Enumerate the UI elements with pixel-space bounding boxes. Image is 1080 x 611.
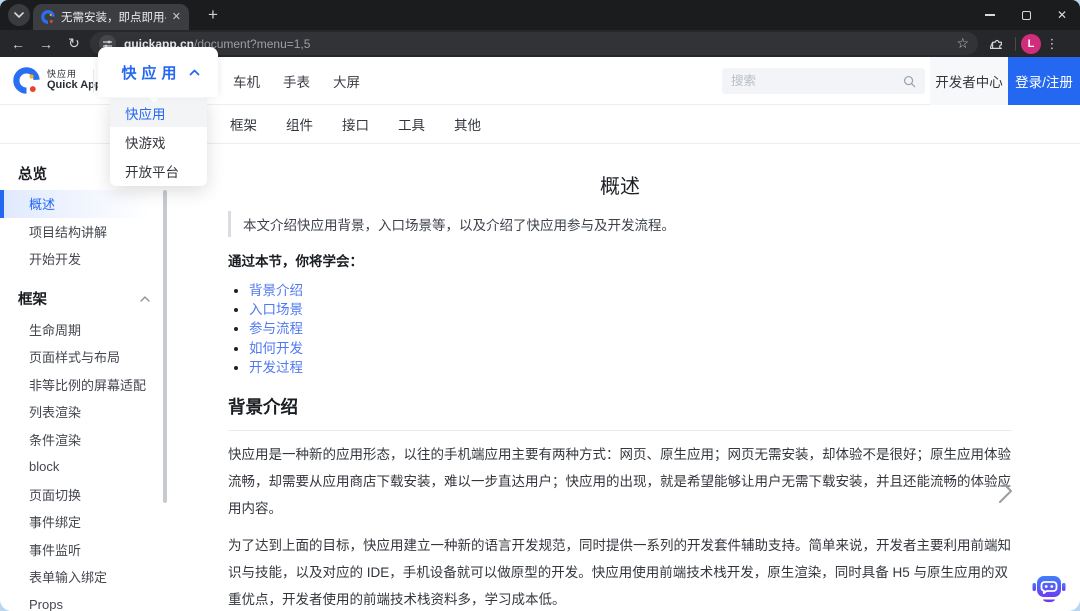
- toolbar-divider: [1015, 36, 1016, 51]
- maximize-icon: [1021, 10, 1031, 20]
- new-tab-button[interactable]: +: [200, 0, 226, 30]
- product-dropdown-trigger[interactable]: 快应用: [98, 47, 218, 97]
- chevron-up-icon: [140, 295, 150, 302]
- dropdown-item-quickapp[interactable]: 快应用: [110, 98, 207, 127]
- sidebar-item-project-structure[interactable]: 项目结构讲解: [0, 218, 170, 246]
- list-item: 入口场景: [249, 300, 1012, 319]
- subnav-others[interactable]: 其他: [454, 114, 481, 134]
- site-logo[interactable]: 快应用 Quick App: [13, 67, 102, 94]
- search-input[interactable]: [731, 74, 903, 88]
- browser-menu-button[interactable]: ⋮: [1041, 30, 1063, 57]
- list-item: 开发过程: [249, 358, 1012, 377]
- sidebar-item-list-render[interactable]: 列表渲染: [0, 398, 170, 426]
- subnav-framework[interactable]: 框架: [230, 114, 257, 134]
- sidebar-item-props[interactable]: Props: [0, 591, 170, 611]
- puzzle-icon: [990, 39, 1002, 49]
- nav-item-car[interactable]: 车机: [233, 71, 260, 91]
- chevron-up-icon: [189, 69, 199, 75]
- search-icon: [903, 75, 916, 87]
- doc-main: 概述 本文介绍快应用背景，入口场景等，以及介绍了快应用参与及开发流程。 通过本节…: [170, 144, 1080, 611]
- search-box: [722, 68, 925, 94]
- close-button[interactable]: ✕: [1044, 0, 1080, 30]
- sidebar-item-conditional-render[interactable]: 条件渲染: [0, 426, 170, 454]
- doc-paragraph: 为了达到上面的目标，快应用建立一种新的语言开发规范，同时提供一系列的开发套件辅助…: [228, 538, 1011, 608]
- sidebar-item-start-dev[interactable]: 开始开发: [0, 245, 170, 273]
- nav-item-tv[interactable]: 大屏: [333, 71, 360, 91]
- sidebar-group-title: 框架: [18, 292, 47, 308]
- chat-assistant-button[interactable]: [1031, 570, 1067, 606]
- quickapp-favicon: [41, 10, 55, 24]
- tab-close-icon[interactable]: ✕: [172, 11, 181, 23]
- header-nav: 车机 手表 大屏: [233, 57, 360, 105]
- forward-button[interactable]: →: [32, 30, 60, 57]
- maximize-button[interactable]: [1008, 0, 1044, 30]
- window-controls: ✕: [972, 0, 1080, 30]
- toc-link-how-to-dev[interactable]: 如何开发: [249, 341, 303, 356]
- toc-link-background[interactable]: 背景介绍: [249, 283, 303, 298]
- sidebar-item-event-listen[interactable]: 事件监听: [0, 536, 170, 564]
- bookmark-star-icon[interactable]: ☆: [956, 35, 969, 52]
- tab-search-button[interactable]: [8, 4, 30, 26]
- subnav-tools[interactable]: 工具: [398, 114, 425, 134]
- chevron-right-icon: [999, 479, 1012, 503]
- sidebar-item-lifecycle[interactable]: 生命周期: [0, 316, 170, 344]
- list-item: 如何开发: [249, 339, 1012, 358]
- back-button[interactable]: ←: [4, 30, 32, 57]
- dropdown-trigger-label: 快应用: [121, 64, 182, 82]
- developer-center-button[interactable]: 开发者中心: [930, 57, 1008, 105]
- sidebar-item-screen-adapt[interactable]: 非等比例的屏幕适配: [0, 371, 170, 399]
- sidebar-item-form-binding[interactable]: 表单输入绑定: [0, 563, 170, 591]
- sidebar-item-page-switch[interactable]: 页面切换: [0, 481, 170, 509]
- dropdown-item-quickgame[interactable]: 快游戏: [110, 127, 207, 156]
- sidebar-group-title: 总览: [18, 166, 47, 183]
- tab-title: 无需安装，即点即用-快应用联: [61, 12, 166, 24]
- chevron-down-icon: [14, 12, 24, 18]
- sidebar-item-event-binding[interactable]: 事件绑定: [0, 508, 170, 536]
- quickapp-logo-icon: [13, 67, 40, 94]
- learn-label: 通过本节，你将学会：: [228, 254, 363, 269]
- sidebar-item-block[interactable]: block: [0, 453, 170, 481]
- reload-button[interactable]: ↻: [60, 30, 88, 57]
- list-item: 参与流程: [249, 319, 1012, 338]
- carousel-next-button[interactable]: [998, 478, 1013, 504]
- list-item: 背景介绍: [249, 281, 1012, 300]
- product-dropdown-menu: 快应用 快游戏 开放平台: [110, 91, 207, 186]
- sidebar-scrollbar[interactable]: [163, 190, 167, 503]
- minimize-button[interactable]: [972, 0, 1008, 30]
- minimize-icon: [985, 14, 995, 16]
- tab-strip: 无需安装，即点即用-快应用联 ✕ + ✕: [0, 0, 1080, 30]
- header-divider: [93, 69, 94, 93]
- robot-icon: [1032, 576, 1066, 603]
- address-bar[interactable]: quickapp.cn/document?menu=1,5 ☆: [90, 32, 978, 55]
- doc-intro-quote: 本文介绍快应用背景，入口场景等，以及介绍了快应用参与及开发流程。: [228, 211, 1012, 237]
- sidebar-item-overview[interactable]: 概述: [0, 190, 170, 218]
- toc-link-entry-scene[interactable]: 入口场景: [249, 302, 303, 317]
- doc-paragraph: 快应用是一种新的应用形态，以往的手机端应用主要有两种方式：网页、原生应用；网页无…: [228, 447, 1011, 517]
- subnav-interface[interactable]: 接口: [342, 114, 369, 134]
- doc-sidebar: 总览 概述 项目结构讲解 开始开发 框架 生命周期 页面样式与布局 非等比例的屏…: [0, 144, 170, 611]
- sidebar-item-page-style[interactable]: 页面样式与布局: [0, 343, 170, 371]
- browser-window: 无需安装，即点即用-快应用联 ✕ + ✕ ← → ↻ quickapp.cn/d…: [0, 0, 1080, 611]
- toc-list: 背景介绍 入口场景 参与流程 如何开发 开发过程: [228, 281, 1012, 377]
- section-heading: 背景介绍: [228, 394, 1012, 432]
- browser-tab[interactable]: 无需安装，即点即用-快应用联 ✕: [33, 4, 189, 30]
- subnav-components[interactable]: 组件: [286, 114, 313, 134]
- toc-link-dev-process[interactable]: 开发过程: [249, 360, 303, 375]
- toc-link-participate[interactable]: 参与流程: [249, 321, 303, 336]
- dropdown-item-open-platform[interactable]: 开放平台: [110, 156, 207, 185]
- nav-item-watch[interactable]: 手表: [283, 71, 310, 91]
- login-register-button[interactable]: 登录/注册: [1008, 57, 1080, 105]
- extensions-button[interactable]: [984, 30, 1010, 57]
- sidebar-group-framework[interactable]: 框架: [0, 282, 170, 316]
- page-title: 概述: [600, 176, 640, 198]
- profile-avatar[interactable]: L: [1021, 33, 1041, 54]
